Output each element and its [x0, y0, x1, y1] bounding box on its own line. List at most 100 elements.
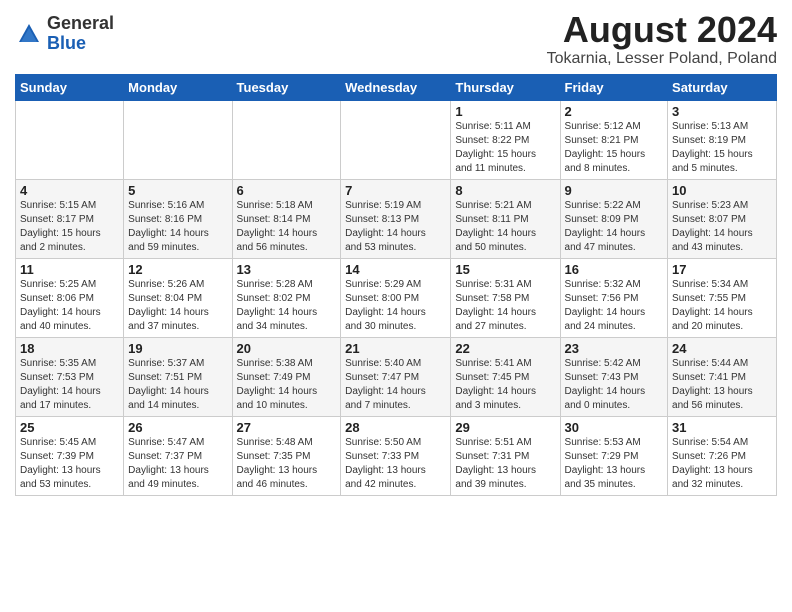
- main-title: August 2024: [547, 10, 777, 50]
- calendar-cell-week2-day0: 4Sunrise: 5:15 AM Sunset: 8:17 PM Daylig…: [16, 179, 124, 258]
- calendar-cell-week3-day5: 16Sunrise: 5:32 AM Sunset: 7:56 PM Dayli…: [560, 258, 668, 337]
- calendar-week-1: 1Sunrise: 5:11 AM Sunset: 8:22 PM Daylig…: [16, 100, 777, 179]
- day-number: 31: [672, 420, 772, 435]
- day-info: Sunrise: 5:21 AM Sunset: 8:11 PM Dayligh…: [455, 199, 555, 255]
- calendar-cell-week2-day3: 7Sunrise: 5:19 AM Sunset: 8:13 PM Daylig…: [341, 179, 451, 258]
- logo: General Blue: [15, 14, 114, 54]
- day-number: 12: [128, 262, 227, 277]
- day-info: Sunrise: 5:50 AM Sunset: 7:33 PM Dayligh…: [345, 436, 446, 492]
- calendar-cell-week1-day1: [124, 100, 232, 179]
- day-number: 26: [128, 420, 227, 435]
- calendar-week-3: 11Sunrise: 5:25 AM Sunset: 8:06 PM Dayli…: [16, 258, 777, 337]
- day-info: Sunrise: 5:16 AM Sunset: 8:16 PM Dayligh…: [128, 199, 227, 255]
- day-number: 13: [237, 262, 337, 277]
- day-number: 2: [565, 104, 664, 119]
- calendar-cell-week3-day0: 11Sunrise: 5:25 AM Sunset: 8:06 PM Dayli…: [16, 258, 124, 337]
- day-info: Sunrise: 5:40 AM Sunset: 7:47 PM Dayligh…: [345, 357, 446, 413]
- calendar-cell-week4-day4: 22Sunrise: 5:41 AM Sunset: 7:45 PM Dayli…: [451, 337, 560, 416]
- day-info: Sunrise: 5:12 AM Sunset: 8:21 PM Dayligh…: [565, 120, 664, 176]
- weekday-header-sunday: Sunday: [16, 74, 124, 100]
- day-info: Sunrise: 5:25 AM Sunset: 8:06 PM Dayligh…: [20, 278, 119, 334]
- title-block: August 2024 Tokarnia, Lesser Poland, Pol…: [547, 10, 777, 68]
- day-info: Sunrise: 5:26 AM Sunset: 8:04 PM Dayligh…: [128, 278, 227, 334]
- day-info: Sunrise: 5:54 AM Sunset: 7:26 PM Dayligh…: [672, 436, 772, 492]
- logo-text: General Blue: [47, 14, 114, 54]
- calendar-cell-week5-day4: 29Sunrise: 5:51 AM Sunset: 7:31 PM Dayli…: [451, 416, 560, 495]
- day-info: Sunrise: 5:35 AM Sunset: 7:53 PM Dayligh…: [20, 357, 119, 413]
- calendar-cell-week5-day0: 25Sunrise: 5:45 AM Sunset: 7:39 PM Dayli…: [16, 416, 124, 495]
- day-info: Sunrise: 5:15 AM Sunset: 8:17 PM Dayligh…: [20, 199, 119, 255]
- calendar-cell-week2-day4: 8Sunrise: 5:21 AM Sunset: 8:11 PM Daylig…: [451, 179, 560, 258]
- day-number: 19: [128, 341, 227, 356]
- day-info: Sunrise: 5:29 AM Sunset: 8:00 PM Dayligh…: [345, 278, 446, 334]
- day-info: Sunrise: 5:41 AM Sunset: 7:45 PM Dayligh…: [455, 357, 555, 413]
- calendar-week-4: 18Sunrise: 5:35 AM Sunset: 7:53 PM Dayli…: [16, 337, 777, 416]
- calendar-cell-week4-day2: 20Sunrise: 5:38 AM Sunset: 7:49 PM Dayli…: [232, 337, 341, 416]
- day-number: 30: [565, 420, 664, 435]
- calendar-cell-week1-day0: [16, 100, 124, 179]
- calendar-table: SundayMondayTuesdayWednesdayThursdayFrid…: [15, 74, 777, 496]
- day-number: 5: [128, 183, 227, 198]
- day-info: Sunrise: 5:42 AM Sunset: 7:43 PM Dayligh…: [565, 357, 664, 413]
- day-number: 16: [565, 262, 664, 277]
- day-info: Sunrise: 5:19 AM Sunset: 8:13 PM Dayligh…: [345, 199, 446, 255]
- calendar-cell-week5-day6: 31Sunrise: 5:54 AM Sunset: 7:26 PM Dayli…: [668, 416, 777, 495]
- day-info: Sunrise: 5:38 AM Sunset: 7:49 PM Dayligh…: [237, 357, 337, 413]
- weekday-header-row: SundayMondayTuesdayWednesdayThursdayFrid…: [16, 74, 777, 100]
- day-info: Sunrise: 5:48 AM Sunset: 7:35 PM Dayligh…: [237, 436, 337, 492]
- day-number: 4: [20, 183, 119, 198]
- day-info: Sunrise: 5:22 AM Sunset: 8:09 PM Dayligh…: [565, 199, 664, 255]
- calendar-cell-week2-day2: 6Sunrise: 5:18 AM Sunset: 8:14 PM Daylig…: [232, 179, 341, 258]
- day-info: Sunrise: 5:11 AM Sunset: 8:22 PM Dayligh…: [455, 120, 555, 176]
- day-number: 25: [20, 420, 119, 435]
- day-number: 21: [345, 341, 446, 356]
- calendar-cell-week5-day5: 30Sunrise: 5:53 AM Sunset: 7:29 PM Dayli…: [560, 416, 668, 495]
- logo-general: General: [47, 14, 114, 34]
- weekday-header-wednesday: Wednesday: [341, 74, 451, 100]
- calendar-week-5: 25Sunrise: 5:45 AM Sunset: 7:39 PM Dayli…: [16, 416, 777, 495]
- weekday-header-monday: Monday: [124, 74, 232, 100]
- calendar-cell-week4-day3: 21Sunrise: 5:40 AM Sunset: 7:47 PM Dayli…: [341, 337, 451, 416]
- calendar-cell-week1-day3: [341, 100, 451, 179]
- page: General Blue August 2024 Tokarnia, Lesse…: [0, 0, 792, 506]
- calendar-cell-week2-day1: 5Sunrise: 5:16 AM Sunset: 8:16 PM Daylig…: [124, 179, 232, 258]
- day-number: 17: [672, 262, 772, 277]
- calendar-cell-week1-day2: [232, 100, 341, 179]
- header: General Blue August 2024 Tokarnia, Lesse…: [15, 10, 777, 68]
- day-number: 15: [455, 262, 555, 277]
- day-number: 23: [565, 341, 664, 356]
- day-number: 28: [345, 420, 446, 435]
- day-info: Sunrise: 5:37 AM Sunset: 7:51 PM Dayligh…: [128, 357, 227, 413]
- day-number: 9: [565, 183, 664, 198]
- day-number: 27: [237, 420, 337, 435]
- day-info: Sunrise: 5:34 AM Sunset: 7:55 PM Dayligh…: [672, 278, 772, 334]
- calendar-cell-week3-day1: 12Sunrise: 5:26 AM Sunset: 8:04 PM Dayli…: [124, 258, 232, 337]
- day-number: 6: [237, 183, 337, 198]
- day-info: Sunrise: 5:51 AM Sunset: 7:31 PM Dayligh…: [455, 436, 555, 492]
- calendar-cell-week4-day1: 19Sunrise: 5:37 AM Sunset: 7:51 PM Dayli…: [124, 337, 232, 416]
- calendar-cell-week1-day5: 2Sunrise: 5:12 AM Sunset: 8:21 PM Daylig…: [560, 100, 668, 179]
- logo-icon: [15, 20, 43, 48]
- weekday-header-friday: Friday: [560, 74, 668, 100]
- day-info: Sunrise: 5:28 AM Sunset: 8:02 PM Dayligh…: [237, 278, 337, 334]
- calendar-cell-week5-day3: 28Sunrise: 5:50 AM Sunset: 7:33 PM Dayli…: [341, 416, 451, 495]
- calendar-cell-week2-day5: 9Sunrise: 5:22 AM Sunset: 8:09 PM Daylig…: [560, 179, 668, 258]
- day-info: Sunrise: 5:47 AM Sunset: 7:37 PM Dayligh…: [128, 436, 227, 492]
- calendar-cell-week1-day6: 3Sunrise: 5:13 AM Sunset: 8:19 PM Daylig…: [668, 100, 777, 179]
- day-info: Sunrise: 5:32 AM Sunset: 7:56 PM Dayligh…: [565, 278, 664, 334]
- calendar-cell-week1-day4: 1Sunrise: 5:11 AM Sunset: 8:22 PM Daylig…: [451, 100, 560, 179]
- calendar-cell-week4-day0: 18Sunrise: 5:35 AM Sunset: 7:53 PM Dayli…: [16, 337, 124, 416]
- day-number: 1: [455, 104, 555, 119]
- day-info: Sunrise: 5:31 AM Sunset: 7:58 PM Dayligh…: [455, 278, 555, 334]
- day-info: Sunrise: 5:13 AM Sunset: 8:19 PM Dayligh…: [672, 120, 772, 176]
- calendar-cell-week3-day3: 14Sunrise: 5:29 AM Sunset: 8:00 PM Dayli…: [341, 258, 451, 337]
- day-info: Sunrise: 5:23 AM Sunset: 8:07 PM Dayligh…: [672, 199, 772, 255]
- day-number: 20: [237, 341, 337, 356]
- day-info: Sunrise: 5:45 AM Sunset: 7:39 PM Dayligh…: [20, 436, 119, 492]
- calendar-week-2: 4Sunrise: 5:15 AM Sunset: 8:17 PM Daylig…: [16, 179, 777, 258]
- calendar-cell-week3-day6: 17Sunrise: 5:34 AM Sunset: 7:55 PM Dayli…: [668, 258, 777, 337]
- day-info: Sunrise: 5:18 AM Sunset: 8:14 PM Dayligh…: [237, 199, 337, 255]
- day-number: 8: [455, 183, 555, 198]
- weekday-header-tuesday: Tuesday: [232, 74, 341, 100]
- day-number: 10: [672, 183, 772, 198]
